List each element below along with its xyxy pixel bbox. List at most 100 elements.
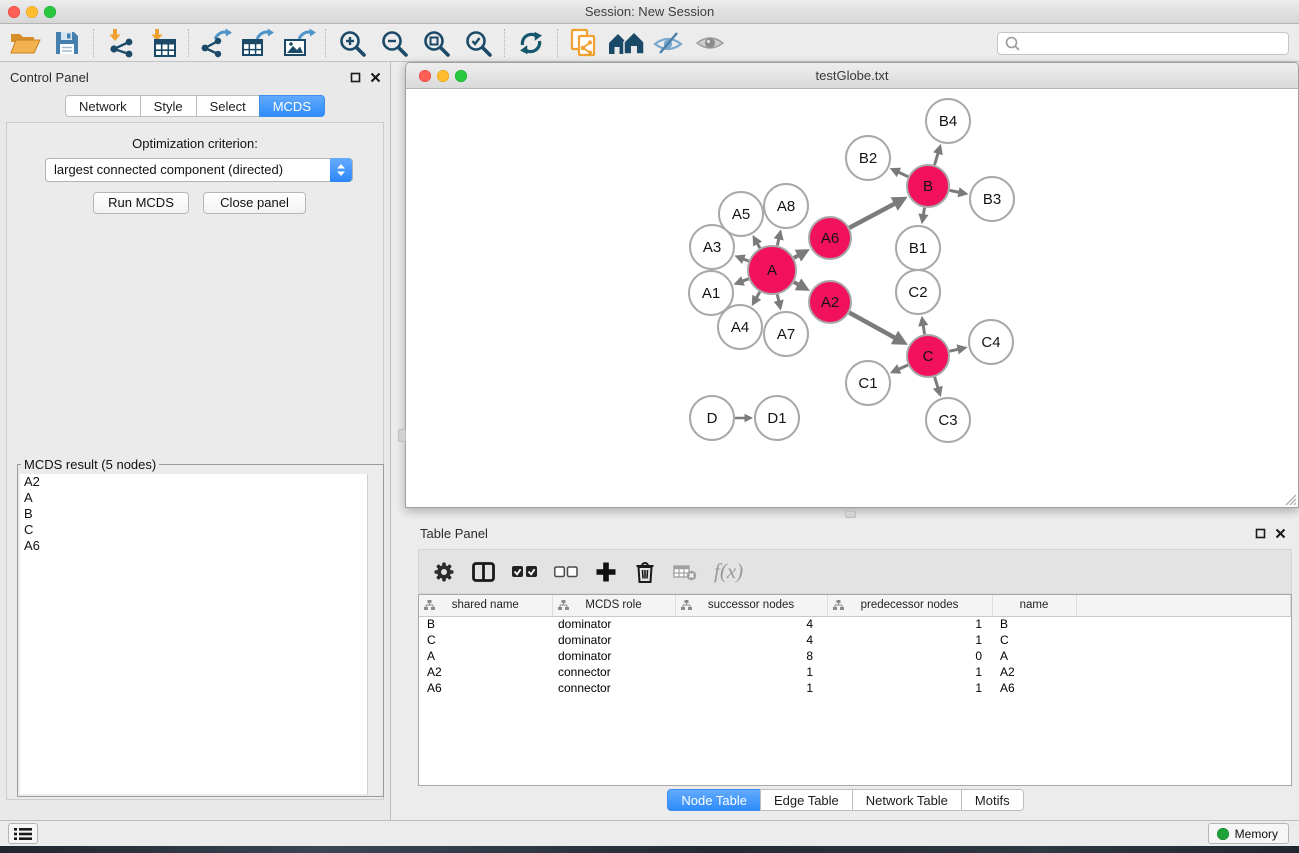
show-columns-button[interactable] — [472, 562, 495, 582]
sitemap-icon — [833, 600, 844, 613]
table-row[interactable]: A6connector11A6 — [419, 680, 1291, 696]
column-label: name — [1020, 599, 1049, 611]
column-header-mcds-role[interactable]: MCDS role — [552, 595, 675, 616]
toolbar-separator — [504, 29, 505, 57]
select-all-columns-button[interactable] — [512, 565, 537, 578]
graph-edge[interactable] — [950, 190, 960, 192]
result-item[interactable]: A — [20, 490, 367, 506]
refresh-button[interactable] — [510, 26, 552, 60]
export-network-button[interactable] — [194, 26, 236, 60]
result-item[interactable]: B — [20, 506, 367, 522]
graph-edge-arrow — [957, 344, 968, 354]
vertical-splitter-grip[interactable] — [398, 429, 406, 442]
tab-network[interactable]: Network — [65, 95, 141, 117]
table-close-button[interactable] — [1273, 526, 1287, 540]
zoom-fit-button[interactable] — [415, 26, 457, 60]
graph-edge[interactable] — [923, 325, 925, 335]
show-graphics-details-button[interactable] — [689, 26, 731, 60]
graph-edge[interactable] — [742, 279, 749, 282]
save-session-button[interactable] — [46, 26, 88, 60]
function-builder-button[interactable]: f(x) — [714, 559, 743, 584]
delete-table-button[interactable] — [673, 563, 697, 581]
table-settings-button[interactable] — [433, 561, 455, 583]
import-table-button[interactable] — [141, 26, 183, 60]
mcds-result-box: MCDS result (5 nodes) A2ABCA6 — [17, 457, 384, 797]
network-window-titlebar[interactable]: testGlobe.txt — [406, 63, 1298, 89]
zoom-out-button[interactable] — [373, 26, 415, 60]
control-panel: Control Panel Network Style Select MCDS … — [0, 62, 391, 820]
graph-node-label: D — [707, 410, 718, 427]
search-icon — [1005, 36, 1020, 51]
column-header-shared-name[interactable]: shared name — [419, 595, 552, 616]
table-row[interactable]: Adominator80A — [419, 648, 1291, 664]
criterion-dropdown[interactable]: largest connected component (directed) — [45, 158, 353, 182]
column-header-successor-nodes[interactable]: successor nodes — [675, 595, 827, 616]
search-field[interactable] — [997, 32, 1289, 55]
graph-edge-arrow — [774, 229, 784, 240]
result-item[interactable]: A6 — [20, 538, 367, 554]
graph-edge[interactable] — [935, 153, 939, 165]
graph-edge[interactable] — [898, 365, 908, 369]
network-graph[interactable]: B4B2BB3A8A5A6A3B1AC2A1A2A4A7C4CC1DD1C3 — [406, 89, 1298, 507]
horizontal-splitter-grip[interactable] — [845, 511, 856, 518]
optimization-criterion-label: Optimization criterion: — [7, 136, 383, 151]
table-float-button[interactable] — [1253, 526, 1267, 540]
tab-edge-table[interactable]: Edge Table — [760, 789, 853, 811]
tab-motifs[interactable]: Motifs — [961, 789, 1024, 811]
export-image-button[interactable] — [278, 26, 320, 60]
export-table-button[interactable] — [236, 26, 278, 60]
hide-graphics-details-button[interactable] — [647, 26, 689, 60]
graph-edge[interactable] — [756, 292, 760, 298]
graph-node-label: C — [923, 348, 934, 365]
tab-style[interactable]: Style — [140, 95, 197, 117]
network-canvas[interactable]: B4B2BB3A8A5A6A3B1AC2A1A2A4A7C4CC1DD1C3 — [406, 89, 1298, 507]
networks-overview-button[interactable] — [605, 26, 647, 60]
open-session-button[interactable] — [4, 26, 46, 60]
graph-edge[interactable] — [849, 204, 895, 228]
close-panel-button[interactable] — [368, 70, 382, 84]
graph-edge[interactable] — [923, 208, 924, 216]
search-input[interactable] — [1025, 37, 1288, 51]
tab-select[interactable]: Select — [196, 95, 260, 117]
memory-button[interactable]: Memory — [1208, 823, 1289, 844]
table-row[interactable]: A2connector11A2 — [419, 664, 1291, 680]
result-scrollbar[interactable] — [367, 474, 381, 794]
graph-edge[interactable] — [777, 294, 779, 301]
column-header-predecessor-nodes[interactable]: predecessor nodes — [827, 595, 992, 616]
import-table-icon — [147, 28, 177, 58]
graph-edge[interactable] — [950, 349, 959, 351]
task-history-button[interactable] — [8, 823, 38, 844]
graph-node-label: A6 — [821, 230, 839, 247]
zoom-in-button[interactable] — [331, 26, 373, 60]
graph-edge[interactable] — [849, 313, 895, 338]
houses-icon — [608, 30, 644, 56]
graph-edge[interactable] — [935, 377, 939, 388]
zoom-selected-button[interactable] — [457, 26, 499, 60]
mcds-result-list[interactable]: A2ABCA6 — [20, 474, 367, 794]
result-item[interactable]: A2 — [20, 474, 367, 490]
sitemap-icon — [681, 600, 692, 613]
close-panel-button-2[interactable]: Close panel — [203, 192, 306, 214]
tab-network-table[interactable]: Network Table — [852, 789, 962, 811]
unselect-all-columns-button[interactable] — [554, 566, 578, 578]
graph-edge[interactable] — [777, 238, 779, 245]
delete-column-button[interactable] — [634, 560, 656, 584]
new-network-from-selection-button[interactable] — [563, 26, 605, 60]
resize-grip-icon[interactable] — [1283, 492, 1297, 506]
create-column-button[interactable] — [595, 561, 617, 583]
graph-node-label: C4 — [981, 334, 1000, 351]
mcds-panel: Optimization criterion: largest connecte… — [6, 122, 384, 800]
table-row[interactable]: Cdominator41C — [419, 632, 1291, 648]
run-mcds-button[interactable]: Run MCDS — [93, 192, 189, 214]
tab-node-table[interactable]: Node Table — [667, 789, 761, 811]
import-network-button[interactable] — [99, 26, 141, 60]
tab-mcds[interactable]: MCDS — [259, 95, 325, 117]
float-panel-button[interactable] — [348, 70, 362, 84]
table-row[interactable]: Bdominator41B — [419, 616, 1291, 632]
graph-edge[interactable] — [898, 172, 908, 177]
save-icon — [54, 30, 80, 56]
result-item[interactable]: C — [20, 522, 367, 538]
column-header-name[interactable]: name — [992, 595, 1076, 616]
dropdown-stepper[interactable] — [330, 158, 352, 182]
list-icon — [14, 827, 32, 841]
